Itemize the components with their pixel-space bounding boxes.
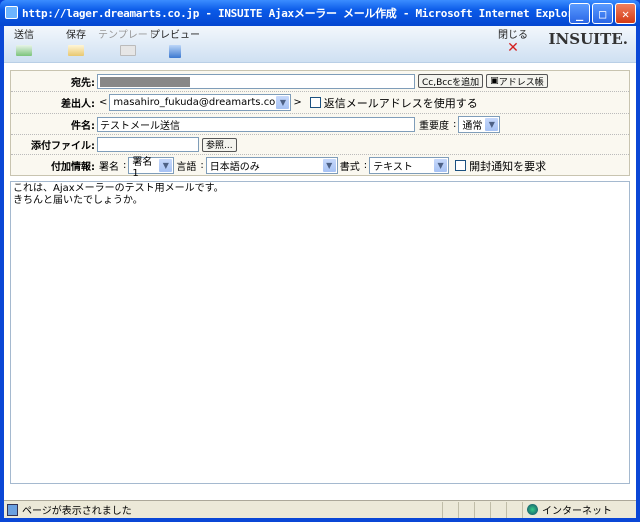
preview-button[interactable]: プレビュー [150,26,200,58]
extra-info-label: 付加情報: [51,162,95,173]
signature-select[interactable]: 署名1 ▼ [128,157,175,179]
template-button[interactable]: テンプレート [98,26,158,56]
subject-input[interactable] [97,116,415,132]
from-select[interactable]: masahiro_fukuda@dreamarts.co.jp ▼ [109,94,292,111]
close-button[interactable]: 閉じる ✕ [498,26,528,55]
format-select[interactable]: テキスト ▼ [369,157,450,174]
extra-info-row: 付加情報: 署名: 署名1 ▼ 言語: 日本語のみ ▼ 書式: テキスト ▼ 開封通知… [11,155,629,179]
template-mail-icon [119,45,136,56]
subject-row: 件名: 重要度: 通常▼ [11,114,629,135]
to-row: 宛先: Cc,Bccを追加 ▣ アドレス帳 [11,71,629,92]
mail-toolbar: 送信 保存 テンプレート プレビュー 閉じる ✕ INSUITE. [4,26,636,63]
language-select[interactable]: 日本語のみ ▼ [205,157,338,174]
maximize-button[interactable]: □ [592,3,613,24]
attachment-label: 添付ファイル: [31,141,95,152]
save-label: 保存 [66,30,86,41]
save-mail-icon [68,45,84,56]
save-button[interactable]: 保存 [66,26,86,56]
insuite-logo: INSUITE. [549,30,628,48]
status-message: ページが表示されました [22,506,132,517]
add-cc-bcc-button[interactable]: Cc,Bccを追加 [418,74,484,88]
send-button[interactable]: 送信 [14,26,34,56]
close-x-icon: ✕ [507,40,519,56]
address-book-label: アドレス帳 [498,77,544,88]
chevron-down-icon: ▼ [485,117,499,131]
send-mail-icon [16,45,32,56]
logo-text: INSUITE. [548,30,628,48]
chevron-down-icon: ▼ [276,96,290,109]
ie-icon [5,6,18,19]
chevron-down-icon: ▼ [434,159,448,172]
browser-window: http://lager.dreamarts.co.jp - INSUITE A… [0,0,640,522]
format-value: テキスト [373,162,413,173]
read-receipt-checkbox[interactable] [455,160,467,171]
preview-label: プレビュー [150,30,200,41]
globe-icon [527,504,538,515]
priority-value: 通常 [462,120,483,132]
attachment-row: 添付ファイル: 参照... [11,135,629,155]
from-value: masahiro_fukuda@dreamarts.co.jp [113,97,288,108]
read-receipt-label: 開封通知を要求 [469,159,547,173]
subject-label: 件名: [71,120,95,132]
preview-icon [169,45,181,58]
template-label: テンプレート [98,30,158,41]
from-row: 差出人: < masahiro_fukuda@dreamarts.co.jp ▼ … [11,92,629,114]
reply-address-label: 返信メールアドレスを使用する [323,96,478,110]
window-title: http://lager.dreamarts.co.jp - INSUITE A… [22,7,587,20]
chevron-down-icon: ▼ [322,159,336,172]
to-label: 宛先: [71,77,95,89]
chevron-down-icon: ▼ [159,159,173,172]
attachment-input[interactable] [97,137,199,152]
address-book-icon: ▣ [490,76,499,86]
language-label: 言語 [176,162,197,173]
reply-address-checkbox[interactable] [309,97,321,108]
page-icon [7,503,18,516]
priority-label: 重要度 [419,120,449,132]
browse-button[interactable]: 参照... [202,137,237,152]
address-book-button[interactable]: ▣ アドレス帳 [486,74,548,88]
format-label: 書式 [339,162,360,173]
priority-select[interactable]: 通常 ▼ [458,115,501,133]
redacted-recipient [100,76,190,87]
title-bar: http://lager.dreamarts.co.jp - INSUITE A… [0,0,640,26]
language-value: 日本語のみ [209,162,260,173]
mail-header-form: 宛先: Cc,Bccを追加 ▣ アドレス帳 差出人: < masahiro_fuk… [10,70,630,179]
from-label: 差出人: [61,99,95,110]
message-body[interactable]: これは、Ajaxメーラーのテスト用メールです。 きちんと届いたでしょうか。 [10,181,630,484]
signature-label: 署名 [99,162,119,173]
status-bar: ページが表示されました インターネット [4,500,636,518]
signature-value: 署名1 [132,156,153,179]
minimize-button[interactable]: _ [569,3,590,24]
close-window-button[interactable]: ✕ [615,3,636,24]
send-label: 送信 [14,30,34,41]
security-zone: インターネット [542,506,612,517]
